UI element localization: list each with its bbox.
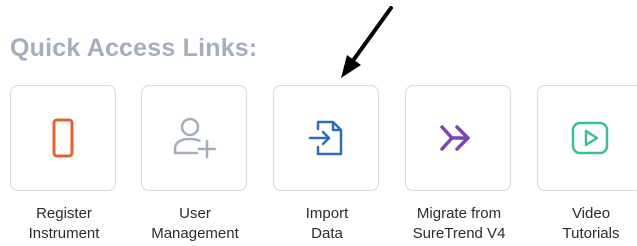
label-line: Instrument [28, 225, 100, 242]
label-line: Video [571, 205, 611, 222]
add-user-icon [173, 117, 217, 159]
user-management-tile[interactable] [141, 85, 247, 191]
section-title: Quick Access Links: [10, 34, 258, 62]
tablet-icon [52, 118, 74, 158]
label-line: User [179, 205, 211, 222]
label-line: Register [36, 205, 92, 222]
double-chevron-right-icon [440, 125, 470, 151]
video-tutorials-label: Video Tutorials [536, 204, 637, 244]
migrate-suretrend-label: Migrate from SureTrend V4 [404, 204, 514, 244]
user-management-link[interactable]: User Management [140, 85, 250, 244]
quick-access-panel: Quick Access Links: Register Instrument [0, 0, 637, 246]
user-management-label: User Management [140, 204, 250, 244]
migrate-suretrend-link[interactable]: Migrate from SureTrend V4 [404, 85, 514, 244]
register-instrument-link[interactable]: Register Instrument [9, 85, 119, 244]
video-tutorials-link[interactable]: Video Tutorials [536, 85, 637, 244]
register-instrument-label: Register Instrument [9, 204, 119, 244]
label-line: Migrate from [416, 205, 502, 222]
file-import-icon [308, 120, 343, 156]
import-data-label: Import Data [272, 204, 382, 244]
import-data-link[interactable]: Import Data [272, 85, 382, 244]
migrate-suretrend-tile[interactable] [405, 85, 511, 191]
label-line: SureTrend V4 [412, 225, 506, 242]
label-line: Tutorials [562, 225, 620, 242]
quick-links-row: Register Instrument User Management Impo… [9, 85, 637, 246]
label-line: Data [311, 225, 343, 242]
register-instrument-tile[interactable] [10, 85, 116, 191]
label-line: Import [305, 205, 349, 222]
pointer-arrow-icon [341, 6, 393, 78]
video-tutorials-tile[interactable] [537, 85, 637, 191]
video-play-icon [571, 121, 609, 155]
import-data-tile[interactable] [273, 85, 379, 191]
label-line: Management [151, 225, 239, 242]
